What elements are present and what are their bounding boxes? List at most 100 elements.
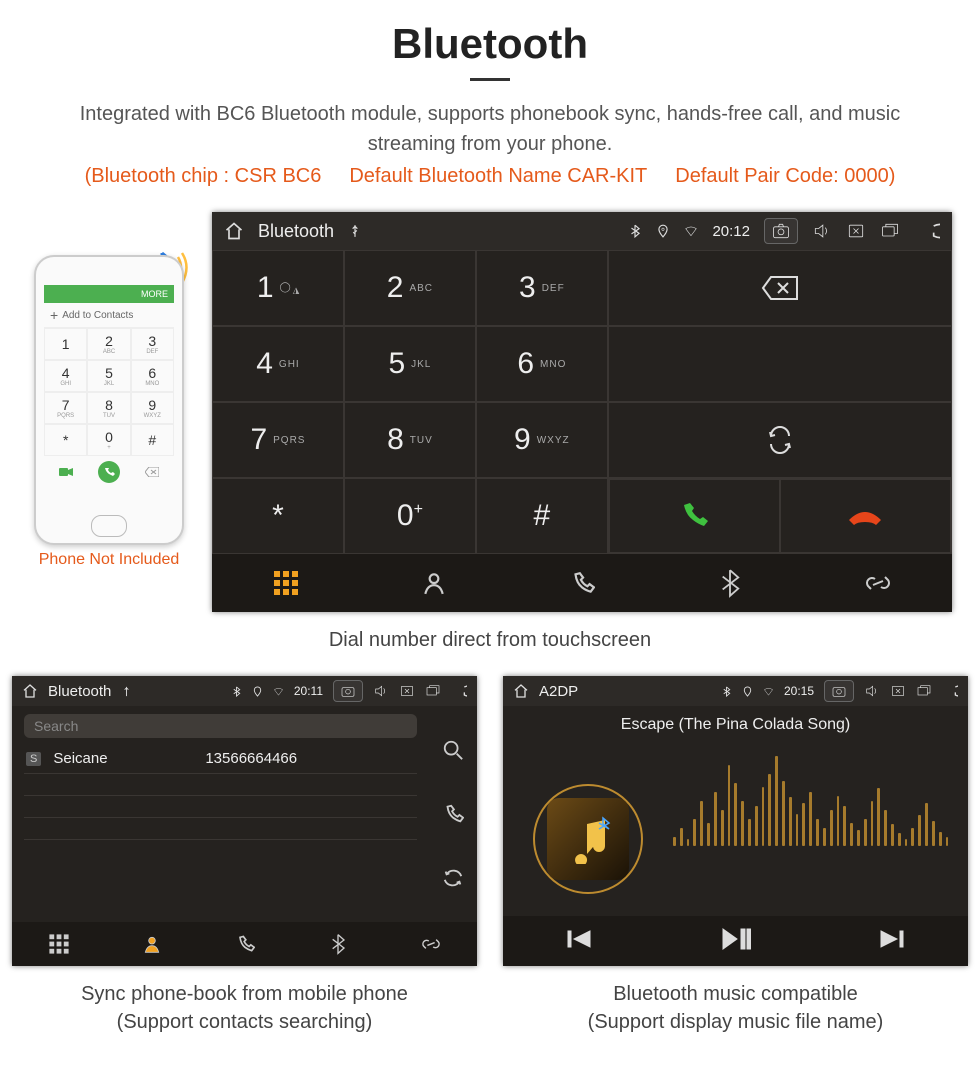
nav-keypad[interactable] [212, 554, 360, 612]
screenshot-button[interactable] [764, 218, 798, 244]
equalizer-visual [673, 726, 948, 846]
volume-icon[interactable] [864, 683, 880, 699]
home-icon[interactable] [22, 683, 38, 699]
location-icon [742, 686, 753, 697]
volume-icon[interactable] [373, 683, 389, 699]
dial-key-1[interactable]: 1◯ ◮ [212, 250, 344, 326]
volume-icon[interactable] [812, 221, 832, 241]
dial-key-6[interactable]: 6MNO [476, 326, 608, 402]
contact-name: Seicane [53, 750, 193, 767]
music-note-icon [563, 814, 613, 864]
close-app-icon[interactable] [846, 221, 866, 241]
dial-key-5[interactable]: 5JKL [344, 326, 476, 402]
contact-number: 13566664466 [205, 750, 297, 767]
spec-pair: Default Pair Code: 0000) [675, 165, 895, 188]
nav-contacts[interactable] [105, 922, 198, 966]
phone-key-*: * [44, 424, 87, 456]
bluetooth-spec-line: (Bluetooth chip : CSR BC6 Default Blueto… [0, 165, 980, 188]
bluetooth-status-icon [628, 224, 642, 238]
phone-key-#: # [131, 424, 174, 456]
dialer-topbar: Bluetooth 20:12 [212, 212, 952, 250]
back-icon[interactable] [914, 221, 940, 241]
phone-key-9: 9WXYZ [131, 392, 174, 424]
nav-contacts[interactable] [360, 554, 508, 612]
play-pause-button[interactable] [719, 926, 751, 956]
backspace-button[interactable] [608, 250, 952, 326]
back-icon[interactable] [451, 683, 467, 699]
dialer-bottom-nav [212, 554, 952, 612]
phone-key-6: 6MNO [131, 360, 174, 392]
recent-apps-icon[interactable] [916, 683, 932, 699]
phonebook-panel: Bluetooth 20:11 Search [12, 676, 477, 966]
wifi-icon [273, 686, 284, 697]
album-art [533, 784, 643, 894]
back-icon[interactable] [942, 683, 958, 699]
bluetooth-status-icon [231, 686, 242, 697]
nav-call-log[interactable] [198, 922, 291, 966]
dial-key-4[interactable]: 4GHI [212, 326, 344, 402]
dialer-panel: Bluetooth 20:12 1◯ ◮2ABC3DEF 4GHI5JKL6MNO… [212, 212, 952, 612]
dial-key-3[interactable]: 3DEF [476, 250, 608, 326]
dial-key-#[interactable]: # [476, 478, 608, 554]
empty-row [24, 818, 417, 840]
phone-key-0: 0+ [87, 424, 130, 456]
dial-key-*[interactable]: * [212, 478, 344, 554]
close-app-icon[interactable] [399, 683, 415, 699]
phone-key-5: 5JKL [87, 360, 130, 392]
clock-time: 20:12 [712, 223, 750, 240]
clock-time: 20:11 [294, 684, 323, 698]
dial-key-9[interactable]: 9WXYZ [476, 402, 608, 478]
screenshot-button[interactable] [824, 680, 854, 702]
dial-key-7[interactable]: 7PQRS [212, 402, 344, 478]
phone-status-bar: MORE [44, 285, 174, 303]
usb-icon [348, 224, 362, 238]
nav-bluetooth[interactable] [656, 554, 804, 612]
hangup-button[interactable] [780, 479, 951, 553]
usb-icon [121, 686, 132, 697]
nav-link[interactable] [384, 922, 477, 966]
next-track-button[interactable] [877, 927, 905, 955]
location-icon [252, 686, 263, 697]
phone-key-7: 7PQRS [44, 392, 87, 424]
phone-key-3: 3DEF [131, 328, 174, 360]
topbar-title: Bluetooth [258, 221, 334, 242]
close-app-icon[interactable] [890, 683, 906, 699]
recent-apps-icon[interactable] [880, 221, 900, 241]
a2dp-caption: Bluetooth music compatible(Support displ… [503, 980, 968, 1036]
home-icon[interactable] [513, 683, 529, 699]
description-text: Integrated with BC6 Bluetooth module, su… [60, 99, 920, 159]
call-log-icon[interactable] [442, 803, 464, 825]
contact-row[interactable]: S Seicane 13566664466 [24, 744, 417, 774]
a2dp-panel: A2DP 20:15 Escape (The Pina Colada Song) [503, 676, 968, 966]
dial-key-8[interactable]: 8TUV [344, 402, 476, 478]
prev-track-button[interactable] [566, 927, 594, 955]
contact-initial-badge: S [26, 752, 41, 766]
swap-button[interactable] [608, 402, 952, 478]
refresh-icon[interactable] [442, 867, 464, 889]
nav-keypad[interactable] [12, 922, 105, 966]
nav-link[interactable] [804, 554, 952, 612]
phone-key-2: 2ABC [87, 328, 130, 360]
wifi-icon [684, 224, 698, 238]
dial-key-2[interactable]: 2ABC [344, 250, 476, 326]
search-icon[interactable] [442, 739, 464, 761]
page-title: Bluetooth [0, 20, 980, 68]
search-input[interactable]: Search [24, 714, 417, 738]
phone-illustration: MORE + Add to Contacts 12ABC3DEF4GHI5JKL… [24, 255, 194, 569]
screenshot-button[interactable] [333, 680, 363, 702]
empty-cell [608, 326, 952, 402]
smartphone-mock: MORE + Add to Contacts 12ABC3DEF4GHI5JKL… [34, 255, 184, 545]
spec-name: Default Bluetooth Name CAR-KIT [349, 165, 647, 188]
bluetooth-status-icon [721, 686, 732, 697]
nav-call-log[interactable] [508, 554, 656, 612]
home-icon[interactable] [224, 221, 244, 241]
page-header: Bluetooth Integrated with BC6 Bluetooth … [0, 0, 980, 188]
dial-key-0[interactable]: 0+ [344, 478, 476, 554]
call-button[interactable] [609, 479, 780, 553]
recent-apps-icon[interactable] [425, 683, 441, 699]
nav-bluetooth[interactable] [291, 922, 384, 966]
phonebook-caption: Sync phone-book from mobile phone(Suppor… [12, 980, 477, 1036]
clock-time: 20:15 [784, 684, 814, 698]
topbar-title: A2DP [539, 683, 578, 700]
location-icon [656, 224, 670, 238]
